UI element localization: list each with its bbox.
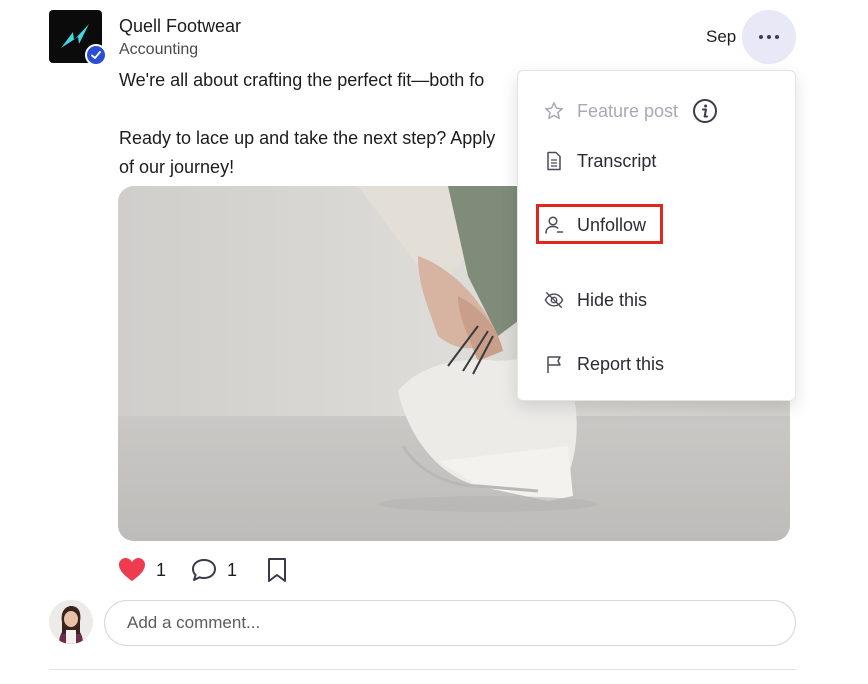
menu-item-label: Report this [577,353,665,374]
bookmark-action[interactable] [266,555,288,585]
post-body-line: of our journey! [119,157,235,177]
document-icon [544,151,564,171]
ellipsis-icon [759,35,779,39]
post-options-menu: Feature post Transcript Unfollow Hide th… [517,70,796,401]
eye-slash-icon [544,290,564,310]
author-subtitle: Accounting [119,41,199,58]
heart-icon[interactable] [118,557,146,583]
comment-placeholder: Add a comment... [127,613,261,632]
post-body-line: Ready to lace up and take the next step?… [119,128,496,148]
post-divider [49,669,796,670]
menu-item-hide[interactable]: Hide this [518,280,795,320]
user-minus-icon [544,215,564,235]
user-avatar-icon [49,600,93,644]
menu-item-feature-post: Feature post [518,91,795,131]
post-body: We're all about crafting the perfect fit… [119,66,519,182]
menu-item-label: Feature post [577,100,679,121]
comment-bubble-icon[interactable] [191,558,217,582]
author-name[interactable]: Quell Footwear [119,16,241,37]
post-body-spacer [119,95,519,124]
info-icon[interactable] [692,98,718,124]
comment-input[interactable]: Add a comment... [104,600,796,646]
menu-item-label: Unfollow [577,214,647,235]
post-body-line: We're all about crafting the perfect fit… [119,70,485,90]
comment-action[interactable]: 1 [191,555,237,585]
star-icon [544,101,564,121]
flag-icon [544,354,564,374]
user-avatar[interactable] [49,600,93,644]
verified-badge-icon [85,44,107,66]
like-count: 1 [156,559,167,580]
menu-item-label: Hide this [577,289,648,310]
menu-item-label: Transcript [577,150,657,171]
post-date: Sep [706,27,737,46]
menu-item-report[interactable]: Report this [518,344,795,384]
bookmark-icon[interactable] [266,557,288,583]
like-action[interactable]: 1 [118,555,166,585]
menu-item-unfollow[interactable]: Unfollow [518,205,795,245]
more-options-button[interactable] [742,10,796,64]
comment-count: 1 [227,559,238,580]
menu-item-transcript[interactable]: Transcript [518,141,795,181]
